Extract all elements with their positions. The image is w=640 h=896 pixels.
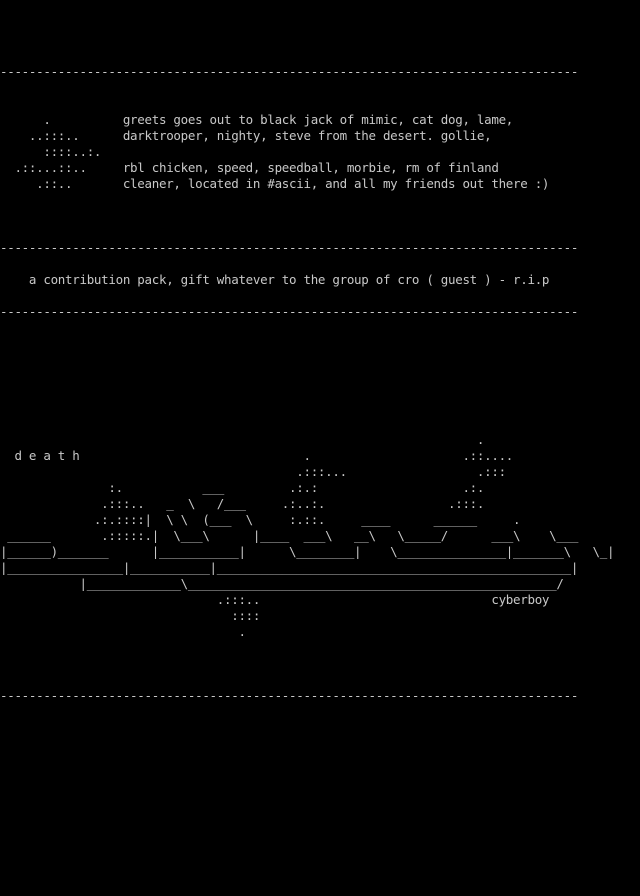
ascii-line: . <box>0 624 246 639</box>
ascii-line <box>0 80 640 96</box>
ascii-line <box>0 48 640 64</box>
ascii-line: .:.::::| \ \ (___ \ :.::. ____ ______ . <box>0 512 521 527</box>
ascii-line: .::...::.. rbl chicken, speed, speedball… <box>0 160 499 175</box>
ascii-line <box>0 416 640 432</box>
ascii-line <box>0 16 640 32</box>
ascii-line: . <box>0 432 485 447</box>
ascii-line <box>0 96 640 112</box>
ascii-line: |________________|___________|__________… <box>0 560 579 575</box>
ascii-line <box>0 672 640 688</box>
ascii-line <box>0 224 640 240</box>
ascii-line: :::: <box>0 608 261 623</box>
ascii-line: ----------------------------------------… <box>0 240 579 255</box>
ascii-line: d e a t h . .::.... <box>0 448 514 463</box>
ascii-screen: ----------------------------------------… <box>0 0 640 896</box>
ascii-line <box>0 640 640 656</box>
ascii-line <box>0 208 640 224</box>
ascii-line: :. ___ .:.: .:. <box>0 480 485 495</box>
ascii-line: a contribution pack, gift whatever to th… <box>0 272 550 287</box>
ascii-line: |_____________\_________________________… <box>0 576 564 591</box>
ascii-line: ----------------------------------------… <box>0 688 579 703</box>
ascii-line <box>0 288 640 304</box>
ascii-line: .:::.. _ \ /___ .:..:. .:::. <box>0 496 485 511</box>
ascii-line <box>0 352 640 368</box>
ascii-line <box>0 32 640 48</box>
ascii-line <box>0 0 640 16</box>
ascii-line: .:::.. cyberboy <box>0 592 550 607</box>
ascii-line <box>0 656 640 672</box>
ascii-line: |______)_______ |___________| \________|… <box>0 544 615 559</box>
ascii-line: ..:::.. darktrooper, nighty, steve from … <box>0 128 492 143</box>
ascii-line: ______ .:::::.| \___\ |____ ___\ __\ \__… <box>0 528 579 543</box>
ascii-line <box>0 368 640 384</box>
ascii-line <box>0 256 640 272</box>
ascii-line: ::::..:. <box>0 144 102 159</box>
ascii-line <box>0 320 640 336</box>
ascii-line <box>0 400 640 416</box>
ascii-line <box>0 336 640 352</box>
ascii-line: . greets goes out to black jack of mimic… <box>0 112 514 127</box>
ascii-line <box>0 192 640 208</box>
ascii-line: ----------------------------------------… <box>0 64 579 79</box>
ascii-line <box>0 384 640 400</box>
ascii-line: ----------------------------------------… <box>0 304 579 319</box>
ascii-line: .::.. cleaner, located in #ascii, and al… <box>0 176 550 191</box>
ascii-line: .:::... .::: <box>0 464 506 479</box>
